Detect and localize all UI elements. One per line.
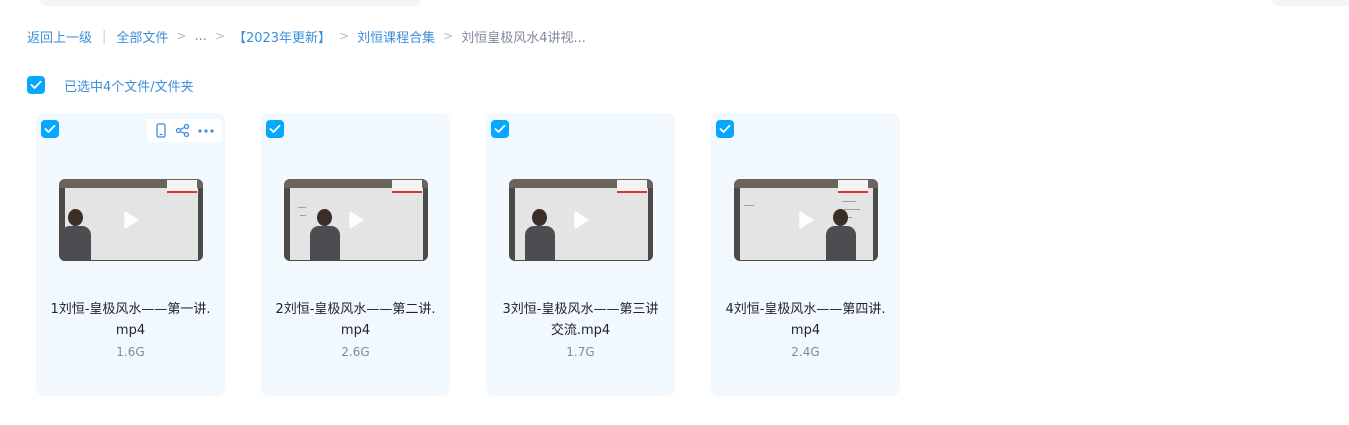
file-name[interactable]: 3刘恒-皇极风水——第三讲交流.mp4 <box>500 299 661 341</box>
play-icon <box>574 211 589 229</box>
check-icon <box>719 124 731 133</box>
toolbar-edge <box>1272 0 1349 6</box>
more-icon[interactable] <box>198 128 214 133</box>
breadcrumb-level2[interactable]: 刘恒课程合集 <box>357 27 435 46</box>
file-card[interactable]: 3刘恒-皇极风水——第三讲交流.mp4 1.7G <box>486 113 675 396</box>
breadcrumb-level1[interactable]: 【2023年更新】 <box>233 27 331 46</box>
breadcrumb: 返回上一级 | 全部文件 > ... > 【2023年更新】 > 刘恒课程合集 … <box>27 26 586 46</box>
play-icon <box>799 211 814 229</box>
file-size: 1.6G <box>116 345 145 359</box>
check-icon <box>30 80 42 89</box>
chevron-right-icon: > <box>339 29 350 43</box>
chevron-right-icon: > <box>176 29 187 43</box>
file-card[interactable]: 1刘恒-皇极风水——第一讲.mp4 1.6G <box>36 113 225 396</box>
video-thumbnail[interactable] <box>509 179 653 261</box>
card-actions <box>147 119 222 142</box>
select-all-checkbox[interactable] <box>27 76 45 94</box>
play-icon <box>124 211 139 229</box>
file-checkbox[interactable] <box>41 120 59 138</box>
chevron-right-icon: > <box>214 29 225 43</box>
back-link[interactable]: 返回上一级 <box>27 27 92 46</box>
file-card[interactable]: 4刘恒-皇极风水——第四讲.mp4 2.4G <box>711 113 900 396</box>
video-thumbnail[interactable] <box>59 179 203 261</box>
file-name[interactable]: 4刘恒-皇极风水——第四讲.mp4 <box>725 299 886 341</box>
file-name[interactable]: 1刘恒-皇极风水——第一讲.mp4 <box>50 299 211 341</box>
video-thumbnail[interactable] <box>734 179 878 261</box>
breadcrumb-current: 刘恒皇极风水4讲视... <box>461 30 586 46</box>
file-checkbox[interactable] <box>716 120 734 138</box>
chevron-right-icon: > <box>443 29 454 43</box>
check-icon <box>44 124 56 133</box>
file-checkbox[interactable] <box>491 120 509 138</box>
breadcrumb-ellipsis[interactable]: ... <box>194 29 206 44</box>
file-size: 2.6G <box>341 345 370 359</box>
share-icon[interactable] <box>175 123 190 138</box>
file-checkbox[interactable] <box>266 120 284 138</box>
file-name[interactable]: 2刘恒-皇极风水——第二讲.mp4 <box>275 299 436 341</box>
file-size: 2.4G <box>791 345 820 359</box>
check-icon <box>269 124 281 133</box>
selection-count: 已选中4个文件/文件夹 <box>64 79 194 95</box>
search-area-edge <box>40 0 420 6</box>
video-thumbnail[interactable] <box>284 179 428 261</box>
file-size: 1.7G <box>566 345 595 359</box>
file-card[interactable]: 2刘恒-皇极风水——第二讲.mp4 2.6G <box>261 113 450 396</box>
phone-icon[interactable] <box>155 123 167 138</box>
breadcrumb-divider: | <box>102 28 107 44</box>
breadcrumb-root[interactable]: 全部文件 <box>116 27 168 46</box>
check-icon <box>494 124 506 133</box>
play-icon <box>349 211 364 229</box>
selection-bar: 已选中4个文件/文件夹 <box>27 75 194 95</box>
